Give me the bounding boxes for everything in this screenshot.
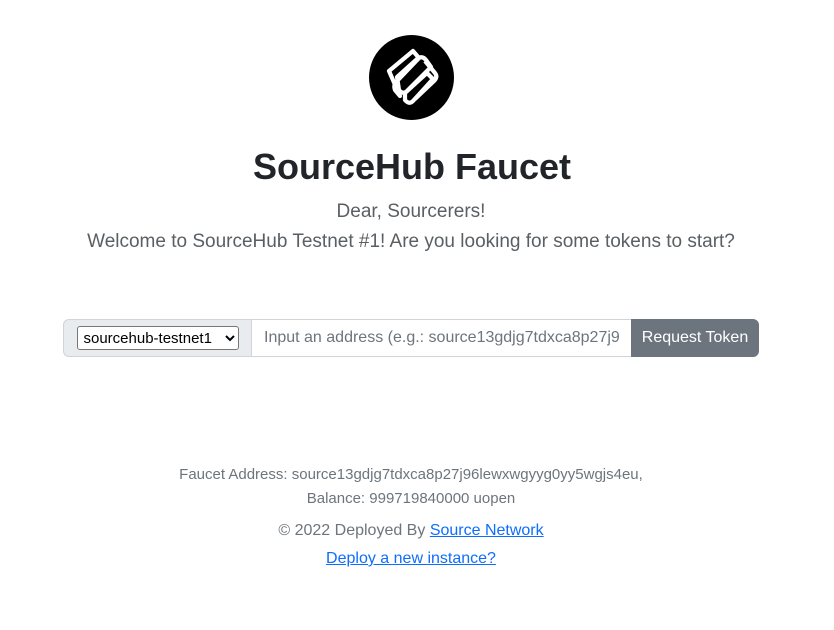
page-title: SourceHub Faucet [252, 146, 572, 187]
deploy-instance-link[interactable]: Deploy a new instance? [326, 550, 496, 567]
faucet-address-value: source13gdjg7tdxca8p27j96lewxwgyyg0yy5wg… [291, 466, 643, 483]
chain-select-wrapper: sourcehub-testnet1 [63, 319, 251, 357]
request-token-button[interactable]: Request Token [631, 319, 759, 357]
faucet-address-line: Faucet Address: source13gdjg7tdxca8p27j9… [0, 463, 822, 487]
faucet-balance-value: 999719840000 uopen [369, 490, 516, 507]
footer-copyright: © 2022 Deployed By Source Network [0, 519, 822, 543]
faucet-page: SourceHub Faucet Dear, Sourcerers! Welco… [0, 0, 834, 630]
faucet-balance-line: Balance: 999719840000 uopen [0, 487, 822, 511]
faucet-address-label: Faucet Address: [179, 466, 288, 483]
greeting-text: Dear, Sourcerers! [336, 201, 486, 222]
copyright-text: © 2022 Deployed By [278, 522, 426, 539]
footer-deploy: Deploy a new instance? [0, 547, 822, 571]
request-form: sourcehub-testnet1 Request Token [63, 319, 759, 357]
chain-select[interactable]: sourcehub-testnet1 [76, 326, 239, 350]
sourcehub-logo-icon [369, 35, 454, 120]
welcome-text: Welcome to SourceHub Testnet #1! Are you… [87, 231, 735, 252]
source-network-link[interactable]: Source Network [430, 522, 544, 539]
address-input[interactable] [251, 319, 631, 357]
faucet-info: Faucet Address: source13gdjg7tdxca8p27j9… [0, 463, 822, 511]
faucet-balance-label: Balance: [306, 490, 366, 507]
